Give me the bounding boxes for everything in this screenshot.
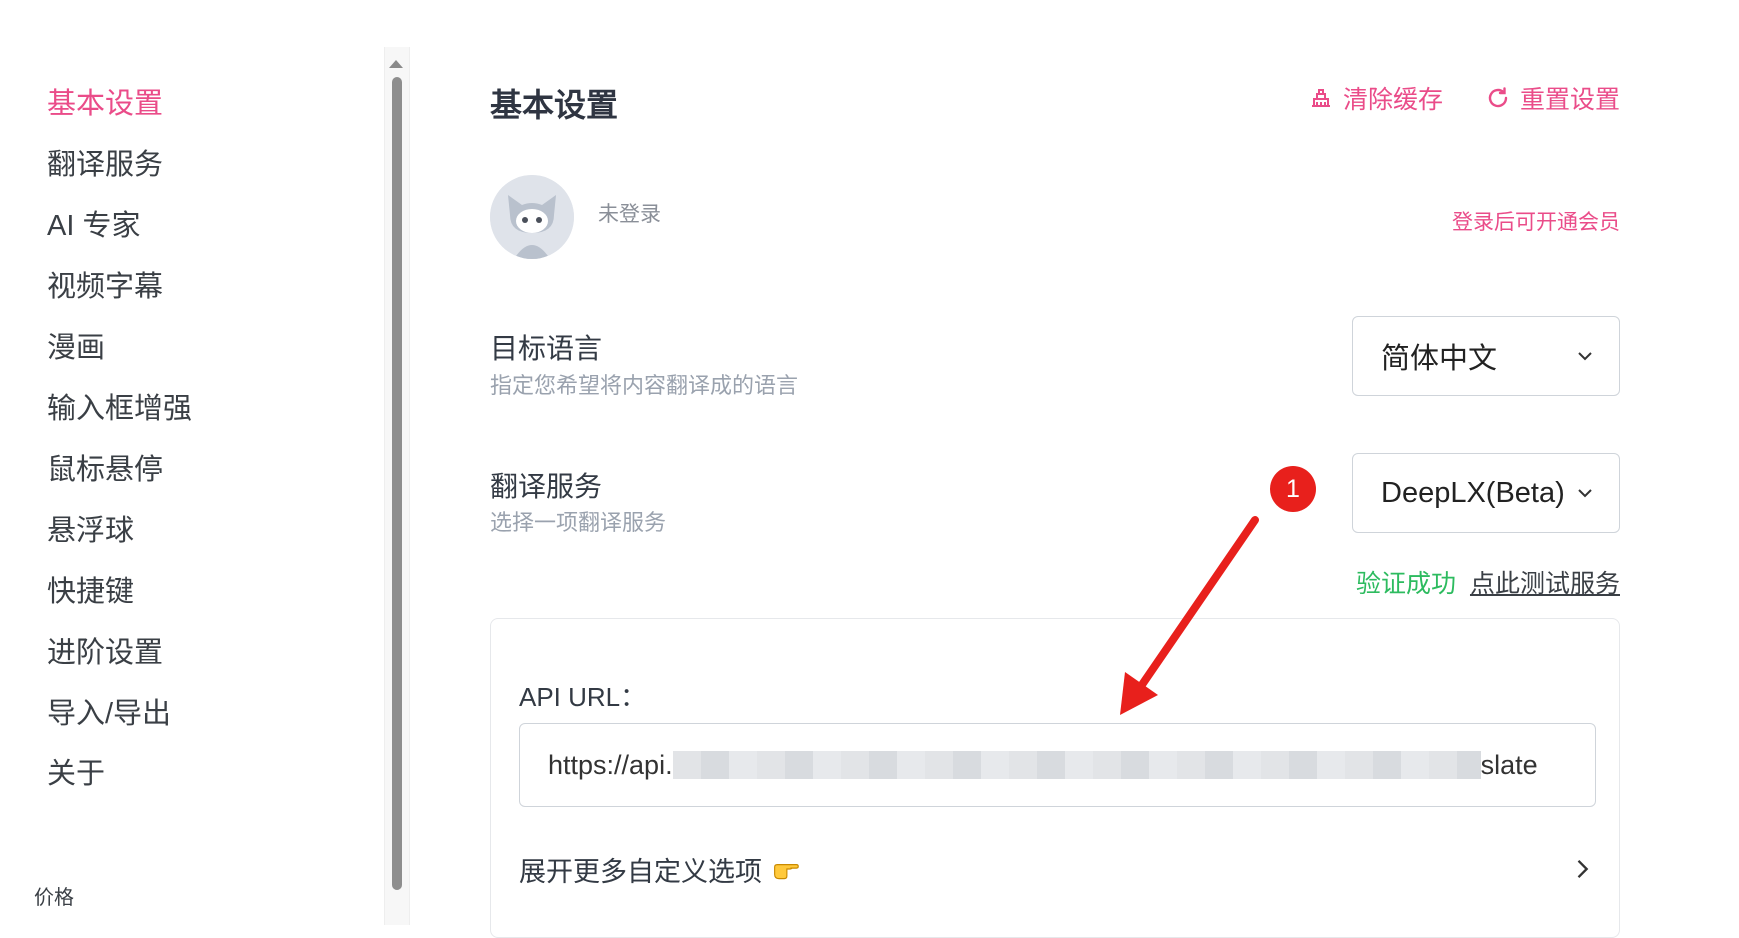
sidebar-item-about[interactable]: 关于 xyxy=(47,757,105,791)
target-language-select[interactable]: 简体中文 xyxy=(1352,316,1620,396)
reset-icon xyxy=(1488,87,1508,108)
sidebar-item-shortcuts[interactable]: 快捷键 xyxy=(47,575,134,609)
clear-cache-button[interactable]: 清除缓存 xyxy=(1309,80,1443,116)
api-url-input[interactable]: https://api. slate xyxy=(519,723,1596,807)
target-language-value: 简体中文 xyxy=(1381,343,1498,375)
page-title: 基本设置 xyxy=(490,87,619,123)
chevron-down-icon xyxy=(1578,352,1592,361)
clear-cache-label: 清除缓存 xyxy=(1342,86,1443,114)
expand-left: 展开更多自定义选项 xyxy=(519,850,800,889)
sidebar-item-ai-expert[interactable]: AI 专家 xyxy=(47,209,140,243)
avatar[interactable] xyxy=(490,175,574,259)
expand-options-row[interactable]: 展开更多自定义选项 xyxy=(519,844,1596,894)
sidebar-item-mouse-hover[interactable]: 鼠标悬停 xyxy=(47,453,163,487)
sidebar-item-input-enhance[interactable]: 输入框增强 xyxy=(47,392,192,426)
sidebar-item-advanced[interactable]: 进阶设置 xyxy=(47,636,163,670)
reset-settings-label: 重置设置 xyxy=(1519,86,1620,114)
pointing-hand-icon xyxy=(774,864,799,880)
expand-options-label: 展开更多自定义选项 xyxy=(519,856,762,887)
sidebar-item-import-export[interactable]: 导入/导出 xyxy=(47,697,171,731)
translation-service-label: 翻译服务 xyxy=(490,471,603,502)
scroll-up-arrow-icon[interactable] xyxy=(389,60,403,68)
api-url-label: API URL： xyxy=(519,682,647,712)
clear-cache-icon xyxy=(1311,89,1330,107)
main-content: 基本设置 清除缓存 重置设置 未登录 登录后可开通会员 目标语言 指定您希望将内… xyxy=(490,0,1620,938)
annotation-badge: 1 xyxy=(1270,466,1316,512)
sidebar-item-pricing[interactable]: 价格 xyxy=(34,886,74,910)
verify-row: 验证成功 点此测试服务 xyxy=(1356,564,1620,600)
translation-service-value: DeepLX(Beta) xyxy=(1381,476,1565,509)
sidebar: 基本设置 翻译服务 AI 专家 视频字幕 漫画 输入框增强 鼠标悬停 悬浮球 快… xyxy=(0,0,410,925)
chevron-right-icon xyxy=(1577,860,1589,878)
api-config-card: API URL： https://api. slate 展开更多自定义选项 xyxy=(490,618,1620,938)
sidebar-item-translation-service[interactable]: 翻译服务 xyxy=(47,148,163,182)
cat-avatar-icon xyxy=(490,175,574,259)
verify-status: 验证成功 xyxy=(1355,570,1456,598)
reset-settings-button[interactable]: 重置设置 xyxy=(1486,80,1620,116)
translation-service-description: 选择一项翻译服务 xyxy=(490,510,667,535)
redacted-blur xyxy=(672,751,1481,779)
target-language-description: 指定您希望将内容翻译成的语言 xyxy=(490,373,799,398)
sidebar-item-floating-ball[interactable]: 悬浮球 xyxy=(47,514,134,548)
translation-service-select[interactable]: DeepLX(Beta) xyxy=(1352,453,1620,533)
sidebar-item-manga[interactable]: 漫画 xyxy=(47,331,105,365)
sidebar-item-video-subtitles[interactable]: 视频字幕 xyxy=(47,270,163,304)
chevron-down-icon xyxy=(1578,489,1592,498)
target-language-label: 目标语言 xyxy=(490,333,603,364)
api-url-prefix: https://api. xyxy=(548,749,673,780)
sidebar-item-basic-settings[interactable]: 基本设置 xyxy=(47,87,163,121)
scrollbar-thumb[interactable] xyxy=(392,77,402,890)
member-link[interactable]: 登录后可开通会员 xyxy=(1452,206,1620,236)
login-status: 未登录 xyxy=(598,203,661,226)
sidebar-scrollbar[interactable] xyxy=(384,47,410,925)
test-service-link[interactable]: 点此测试服务 xyxy=(1470,564,1620,600)
api-url-suffix: slate xyxy=(1480,749,1538,780)
